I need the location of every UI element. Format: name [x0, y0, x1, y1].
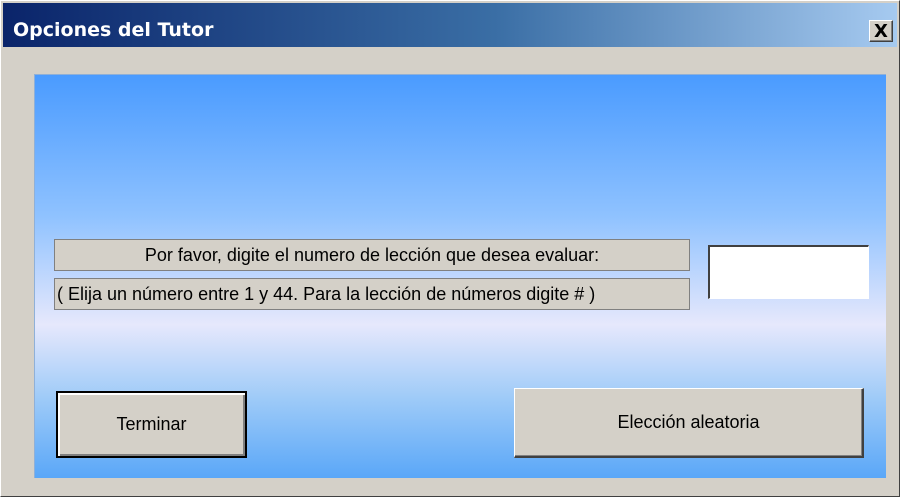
terminar-button[interactable]: Terminar — [56, 391, 247, 458]
title-bar[interactable]: Opciones del Tutor X — [3, 3, 897, 47]
window-title: Opciones del Tutor — [13, 19, 214, 41]
lesson-range-hint: ( Elija un número entre 1 y 44. Para la … — [54, 278, 690, 310]
close-icon: X — [874, 21, 888, 42]
lesson-prompt-label: Por favor, digite el numero de lección q… — [54, 239, 690, 271]
lesson-number-input[interactable] — [708, 245, 869, 299]
random-choice-button[interactable]: Elección aleatoria — [514, 388, 864, 458]
tutor-options-window: Opciones del Tutor X Por favor, digite e… — [0, 0, 900, 497]
close-button[interactable]: X — [869, 20, 893, 42]
